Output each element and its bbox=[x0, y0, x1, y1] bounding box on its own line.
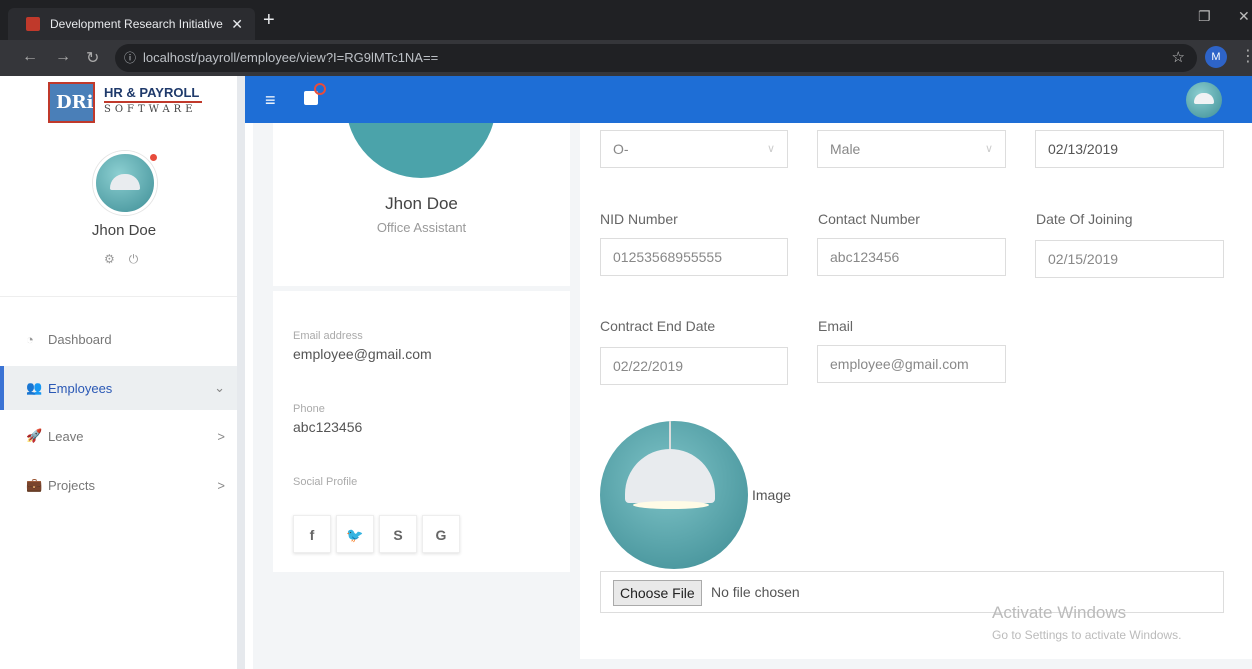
browser-tab[interactable]: Development Research Initiative ✕ bbox=[8, 8, 255, 40]
favicon-icon bbox=[26, 17, 40, 31]
hamburger-menu-icon[interactable]: ≡ bbox=[265, 90, 276, 111]
sidebar-item-projects[interactable]: 💼 Projects > bbox=[0, 463, 237, 507]
twitter-icon[interactable]: 🐦 bbox=[336, 515, 374, 553]
close-window-icon[interactable]: ✕ bbox=[1238, 8, 1250, 25]
employee-image-preview bbox=[600, 421, 748, 569]
email-field[interactable]: employee@gmail.com bbox=[817, 345, 1006, 383]
restore-icon[interactable]: ❐ bbox=[1198, 8, 1211, 25]
sidebar-item-dashboard[interactable]: ◔ Dashboard bbox=[0, 317, 237, 361]
header-avatar[interactable] bbox=[1186, 82, 1222, 118]
employee-name: Jhon Doe bbox=[385, 194, 458, 213]
image-label: Image bbox=[752, 487, 791, 503]
bookmark-star-icon[interactable]: ☆ bbox=[1172, 44, 1185, 72]
chevron-right-icon: > bbox=[217, 428, 225, 444]
chevron-down-icon: ⌄ bbox=[214, 380, 225, 395]
nid-input[interactable]: 01253568955555 bbox=[600, 238, 788, 276]
sidebar-item-label: Projects bbox=[48, 477, 95, 493]
url-input[interactable]: ⓘ localhost/payroll/employee/view?I=RG9l… bbox=[115, 44, 1197, 72]
back-icon[interactable]: ← bbox=[22, 48, 38, 66]
sidebar-item-employees[interactable]: 👥 Employees ⌄ bbox=[0, 366, 237, 410]
notification-badge bbox=[314, 83, 326, 95]
date-of-birth-input[interactable]: 02/13/2019 bbox=[1035, 130, 1224, 168]
choose-file-button[interactable]: Choose File bbox=[613, 580, 702, 606]
top-header: ≡ bbox=[245, 76, 1252, 123]
browser-menu-icon[interactable]: ⋮ bbox=[1240, 46, 1252, 66]
skype-icon[interactable]: S bbox=[379, 515, 417, 553]
file-status: No file chosen bbox=[711, 584, 800, 600]
sidebar-item-leave[interactable]: 🚀 Leave > bbox=[0, 414, 237, 458]
contract-end-label: Contract End Date bbox=[600, 318, 716, 334]
brand-divider bbox=[104, 101, 202, 103]
sidebar-user-name: Jhon Doe bbox=[91, 222, 157, 239]
dashboard-icon: ◔ bbox=[26, 331, 34, 347]
chevron-right-icon: > bbox=[217, 477, 225, 493]
contact-label: Contact Number bbox=[818, 211, 920, 227]
logo: DRi bbox=[48, 82, 95, 123]
tab-close-icon[interactable]: ✕ bbox=[231, 16, 243, 33]
online-status-dot bbox=[150, 154, 157, 161]
sidebar-menu: ◔ Dashboard 👥 Employees ⌄ 🚀 Leave > 💼 Pr… bbox=[0, 296, 237, 493]
profile-photo bbox=[346, 123, 496, 178]
power-icon[interactable]: ⏻ bbox=[129, 252, 153, 266]
briefcase-icon: 💼 bbox=[26, 477, 43, 492]
contact-input[interactable]: abc123456 bbox=[817, 238, 1006, 276]
activate-windows-subtitle: Go to Settings to activate Windows. bbox=[992, 628, 1182, 642]
email-value: employee@gmail.com bbox=[293, 346, 432, 362]
sidebar-item-label: Leave bbox=[48, 428, 84, 444]
url-text: localhost/payroll/employee/view?I=RG9lMT… bbox=[143, 50, 439, 65]
sidebar-avatar[interactable] bbox=[93, 151, 157, 215]
brand[interactable]: DRi HR & PAYROLL SOFTWARE bbox=[0, 76, 237, 127]
user-actions: ⚙⏻ bbox=[104, 252, 152, 267]
social-profile-label: Social Profile bbox=[293, 476, 358, 488]
profile-card: Jhon Doe Office Assistant bbox=[273, 123, 570, 286]
browser-profile-avatar[interactable]: M bbox=[1205, 46, 1227, 68]
google-icon[interactable]: G bbox=[422, 515, 460, 553]
tab-title: Development Research Initiative bbox=[50, 17, 223, 31]
email-label: Email address bbox=[293, 330, 363, 342]
chevron-down-icon: ∨ bbox=[766, 143, 775, 155]
nid-label: NID Number bbox=[600, 211, 678, 227]
joining-date-input[interactable]: 02/15/2019 bbox=[1035, 240, 1224, 278]
reload-icon[interactable]: ↻ bbox=[86, 48, 99, 68]
activate-windows-title: Activate Windows bbox=[992, 603, 1127, 622]
employee-role: Office Assistant bbox=[376, 220, 467, 235]
rocket-icon: 🚀 bbox=[26, 428, 43, 443]
contact-info-card: Email address employee@gmail.com Phone a… bbox=[273, 291, 570, 572]
blood-group-select[interactable]: O- ∨ bbox=[600, 130, 788, 168]
forward-icon[interactable]: → bbox=[55, 48, 71, 66]
phone-value: abc123456 bbox=[293, 419, 363, 435]
contract-end-input[interactable]: 02/22/2019 bbox=[600, 347, 788, 385]
address-bar: ← → ↻ ⓘ localhost/payroll/employee/view?… bbox=[0, 40, 1252, 76]
gender-select[interactable]: Male ∨ bbox=[817, 130, 1006, 168]
file-upload: Choose File No file chosen bbox=[600, 571, 1224, 613]
new-tab-button[interactable]: + bbox=[263, 9, 275, 32]
chevron-down-icon: ∨ bbox=[984, 143, 993, 155]
users-icon: 👥 bbox=[26, 380, 43, 395]
brand-subtitle: SOFTWARE bbox=[104, 104, 197, 115]
lamp-icon bbox=[625, 449, 715, 503]
settings-icon[interactable]: ⚙ bbox=[104, 252, 129, 266]
info-icon[interactable]: ⓘ bbox=[124, 44, 136, 72]
joining-label: Date Of Joining bbox=[1036, 211, 1133, 227]
browser-tabbar: Development Research Initiative ✕ + ❐ ✕ bbox=[0, 0, 1252, 40]
facebook-icon[interactable]: f bbox=[293, 515, 331, 553]
sidebar-item-label: Dashboard bbox=[48, 331, 112, 347]
phone-label: Phone bbox=[293, 403, 325, 415]
brand-title: HR & PAYROLL bbox=[104, 85, 200, 100]
email-field-label: Email bbox=[818, 318, 854, 334]
sidebar: DRi HR & PAYROLL SOFTWARE Jhon Doe ⚙⏻ ◔ … bbox=[0, 76, 245, 669]
sidebar-item-label: Employees bbox=[48, 380, 113, 396]
